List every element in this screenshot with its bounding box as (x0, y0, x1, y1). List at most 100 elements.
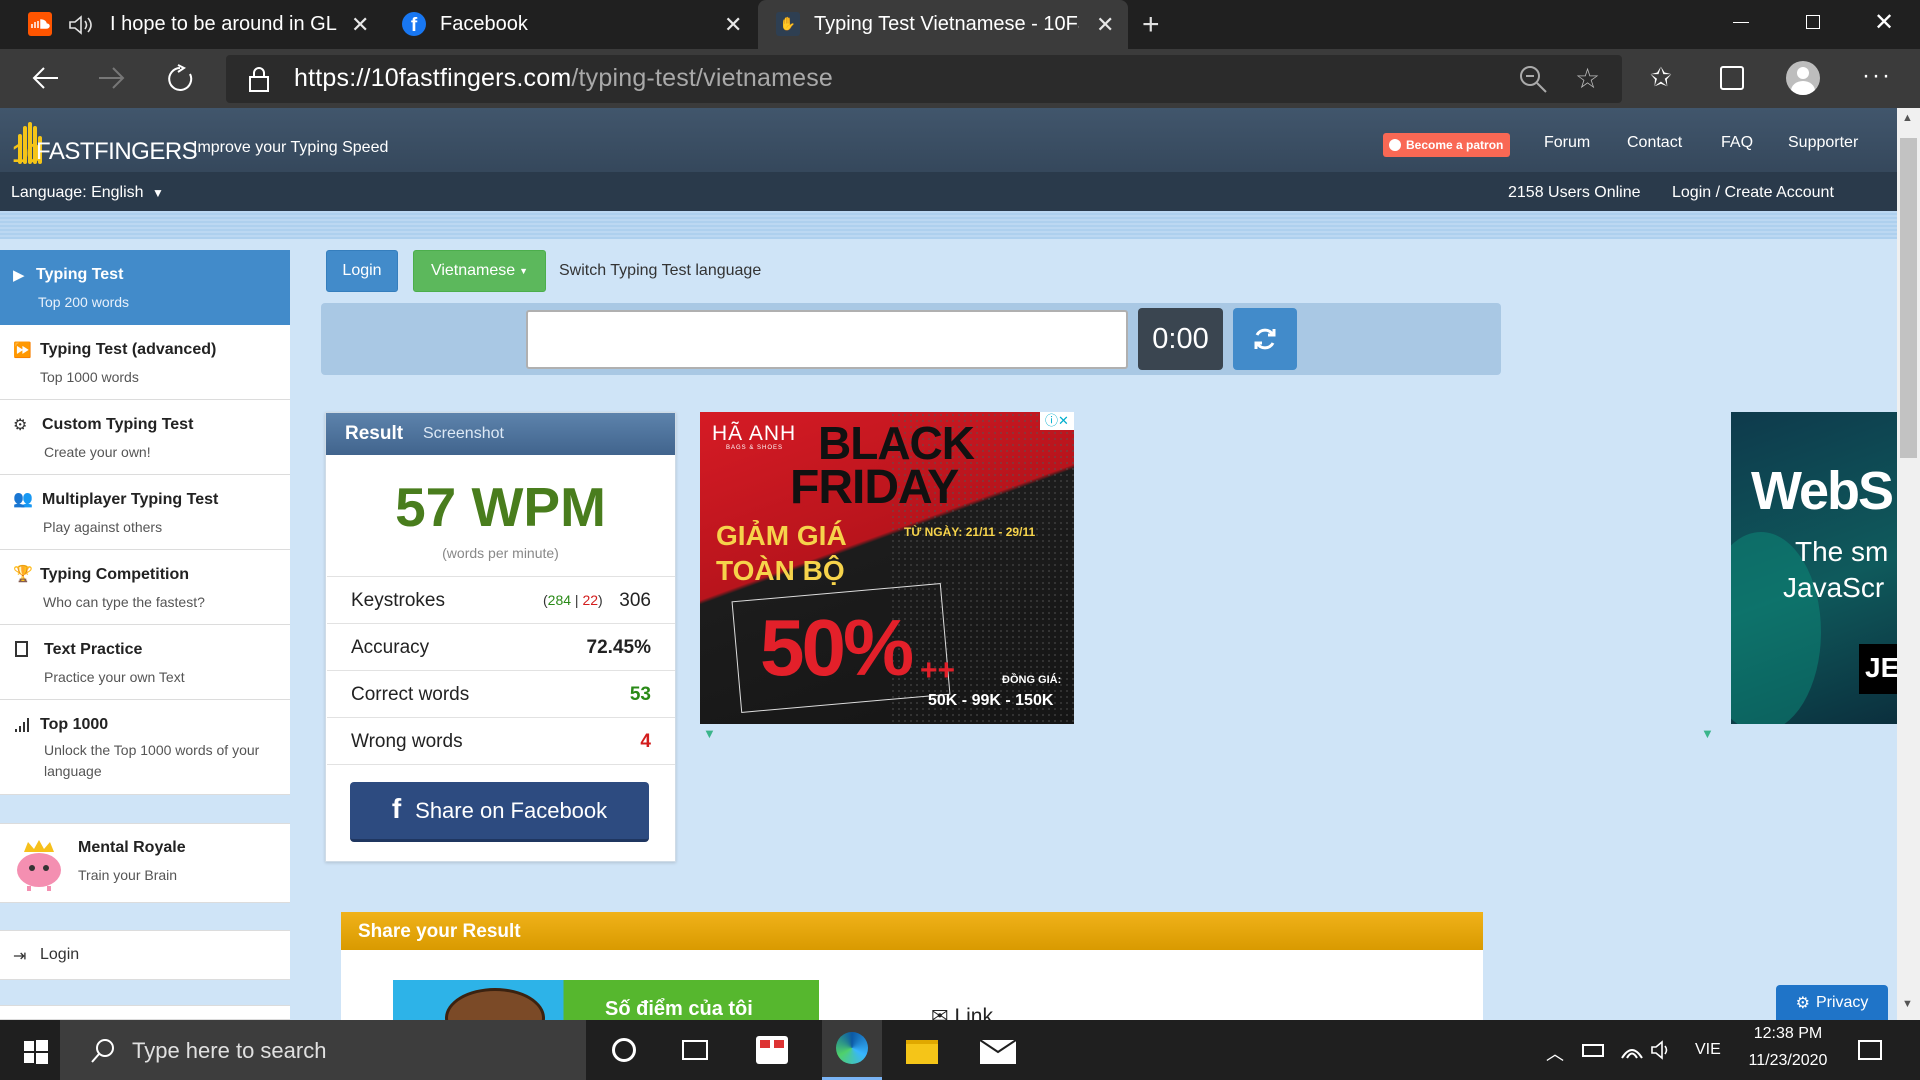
favorite-star-icon[interactable]: ☆ (1575, 62, 1600, 95)
language-selector[interactable]: Language: English ▼ (11, 184, 164, 202)
back-icon[interactable] (30, 64, 60, 92)
minimize-icon[interactable] (1733, 22, 1749, 23)
trophy-icon: 🏆 (13, 566, 33, 583)
sidebar-item-sub: Practice your own Text (44, 669, 185, 685)
refresh-icon[interactable] (166, 64, 196, 94)
task-view-icon[interactable] (682, 1040, 708, 1060)
sidebar-item-text-practice[interactable]: Text Practice Practice your own Text (0, 625, 290, 700)
lock-icon[interactable] (248, 65, 270, 93)
ad2-mark-text: JE (1865, 652, 1897, 683)
site-logo[interactable]: 10 FASTFINGERS (12, 118, 198, 168)
sidebar-item-typing-test-advanced[interactable]: ⏩ Typing Test (advanced) Top 1000 words (0, 325, 290, 400)
keystrokes-wrong: 22 (582, 592, 599, 608)
privacy-button[interactable]: ⚙ Privacy (1776, 985, 1888, 1020)
url-text[interactable]: https://10fastfingers.com/typing-test/vi… (294, 64, 833, 93)
mail-icon[interactable] (980, 1040, 1016, 1064)
nav-forum[interactable]: Forum (1544, 134, 1590, 152)
ad2-mark: JE (1859, 644, 1897, 694)
clock-time[interactable]: 12:38 PM (1748, 1025, 1828, 1043)
ad-choices-icon[interactable]: ▼ (703, 726, 716, 741)
become-patron-button[interactable]: Become a patron (1383, 133, 1510, 157)
zoom-icon[interactable] (1518, 64, 1548, 94)
result-row-accuracy: Accuracy 72.45% (327, 623, 675, 670)
screenshot-link[interactable]: Screenshot (423, 425, 504, 443)
scroll-down-icon[interactable]: ▼ (1902, 998, 1913, 1010)
ad-info-icon[interactable]: ⓘ✕ (1040, 412, 1074, 430)
sidebar-item-competition[interactable]: 🏆 Typing Competition Who can type the fa… (0, 550, 290, 625)
file-explorer-icon[interactable] (906, 1040, 938, 1064)
ad2-title: WebS (1751, 461, 1894, 521)
language-dropdown-button[interactable]: Vietnamese ▼ (413, 250, 546, 292)
collections-icon[interactable] (1720, 66, 1744, 90)
scroll-thumb[interactable] (1900, 138, 1917, 458)
sidebar-item-sub: Top 200 words (38, 294, 130, 310)
sidebar-item-title: Custom Typing Test (42, 416, 194, 433)
wifi-icon[interactable] (1620, 1040, 1644, 1060)
nav-supporter[interactable]: Supporter (1788, 134, 1858, 152)
nav-faq[interactable]: FAQ (1721, 134, 1753, 152)
volume-icon[interactable] (1650, 1040, 1674, 1060)
edge-browser-icon[interactable] (822, 1020, 882, 1080)
close-icon[interactable]: ✕ (724, 12, 742, 38)
favorites-icon[interactable]: ✩ (1650, 62, 1672, 93)
share-link[interactable]: ✉ Link (931, 1004, 993, 1020)
share-facebook-button[interactable]: f Share on Facebook (350, 782, 649, 842)
close-window-icon[interactable]: ✕ (1874, 8, 1894, 37)
scroll-up-icon[interactable]: ▲ (1902, 112, 1913, 124)
row-label: Wrong words (351, 731, 463, 752)
ad-banner-black-friday[interactable]: HÃ ANH BAGS & SHOES BLACK FRIDAY GIẢM GI… (700, 412, 1074, 724)
row-value: 53 (629, 684, 651, 705)
input-language[interactable]: VIE (1695, 1041, 1721, 1059)
fast-forward-icon: ⏩ (13, 342, 32, 359)
sidebar-item-sub: Top 1000 words (40, 369, 139, 385)
speaker-icon[interactable] (67, 13, 95, 37)
sidebar-item-custom-typing-test[interactable]: ⚙ Custom Typing Test Create your own! (0, 400, 290, 475)
brain-mascot-icon (14, 836, 62, 892)
url-domain: https://10fastfingers.com (294, 64, 572, 92)
battery-icon[interactable] (1582, 1044, 1604, 1057)
sidebar-item-typing-test[interactable]: ▶ Typing Test Top 200 words (0, 250, 290, 325)
mental-royale-card[interactable]: Mental Royale Train your Brain (0, 823, 290, 903)
close-icon[interactable]: ✕ (1096, 12, 1114, 38)
result-title: Result (345, 423, 404, 444)
login-button[interactable]: Login (326, 250, 398, 292)
timer: 0:00 (1138, 308, 1223, 370)
new-tab-icon[interactable]: + (1142, 8, 1160, 42)
sidebar-item-title: Typing Test (36, 266, 124, 283)
windows-start-icon[interactable] (24, 1040, 48, 1064)
caret-down-icon: ▼ (519, 266, 529, 276)
row-value: 306 (619, 590, 651, 611)
forward-icon[interactable] (97, 64, 127, 92)
row-value: 4 (640, 731, 651, 752)
sidebar-item-multiplayer[interactable]: 👥 Multiplayer Typing Test Play against o… (0, 475, 290, 550)
sidebar-login[interactable]: ⇥ Login (0, 930, 290, 980)
typing-input[interactable] (526, 310, 1128, 369)
nav-contact[interactable]: Contact (1627, 134, 1682, 152)
close-icon[interactable]: ✕ (351, 12, 369, 38)
tab-title: Typing Test Vietnamese - 10FastF (814, 13, 1079, 35)
ad2-line-1: The sm (1795, 536, 1889, 567)
logo-text: FASTFINGERS (36, 138, 198, 165)
notification-icon[interactable] (1858, 1040, 1882, 1060)
page-scrollbar[interactable]: ▲ ▼ (1897, 108, 1920, 1020)
share-result-image[interactable]: Số điểm của tôi (393, 980, 819, 1020)
chevron-up-icon[interactable]: ︿ (1546, 1040, 1564, 1066)
mental-royale-title: Mental Royale (78, 839, 186, 856)
clock-date[interactable]: 11/23/2020 (1740, 1052, 1836, 1070)
browser-tab-facebook[interactable]: f Facebook ✕ (386, 0, 756, 49)
sidebar-item-top-1000[interactable]: Top 1000 Unlock the Top 1000 words of yo… (0, 700, 290, 795)
search-placeholder: Type here to search (132, 1038, 327, 1063)
browser-tab-10fastfingers[interactable]: ✋ Typing Test Vietnamese - 10FastF ✕ (758, 0, 1128, 49)
row-label: Keystrokes (351, 590, 445, 611)
taskbar-app-icon[interactable] (756, 1036, 788, 1064)
more-menu-icon[interactable]: ··· (1862, 62, 1892, 90)
restart-button[interactable] (1233, 308, 1297, 370)
login-create-link[interactable]: Login / Create Account (1672, 184, 1834, 202)
profile-avatar[interactable] (1786, 61, 1820, 95)
restore-icon[interactable] (1806, 15, 1820, 29)
taskbar-search-box[interactable]: Type here to search (60, 1020, 586, 1080)
browser-tab-soundcloud[interactable]: I hope to be around in GLITC ✕ (0, 0, 378, 49)
ad-choices-icon[interactable]: ▼ (1701, 726, 1714, 741)
ad-banner-webstorm[interactable]: WebS The sm JavaScr JE (1731, 412, 1897, 724)
cortana-icon[interactable] (612, 1038, 636, 1062)
